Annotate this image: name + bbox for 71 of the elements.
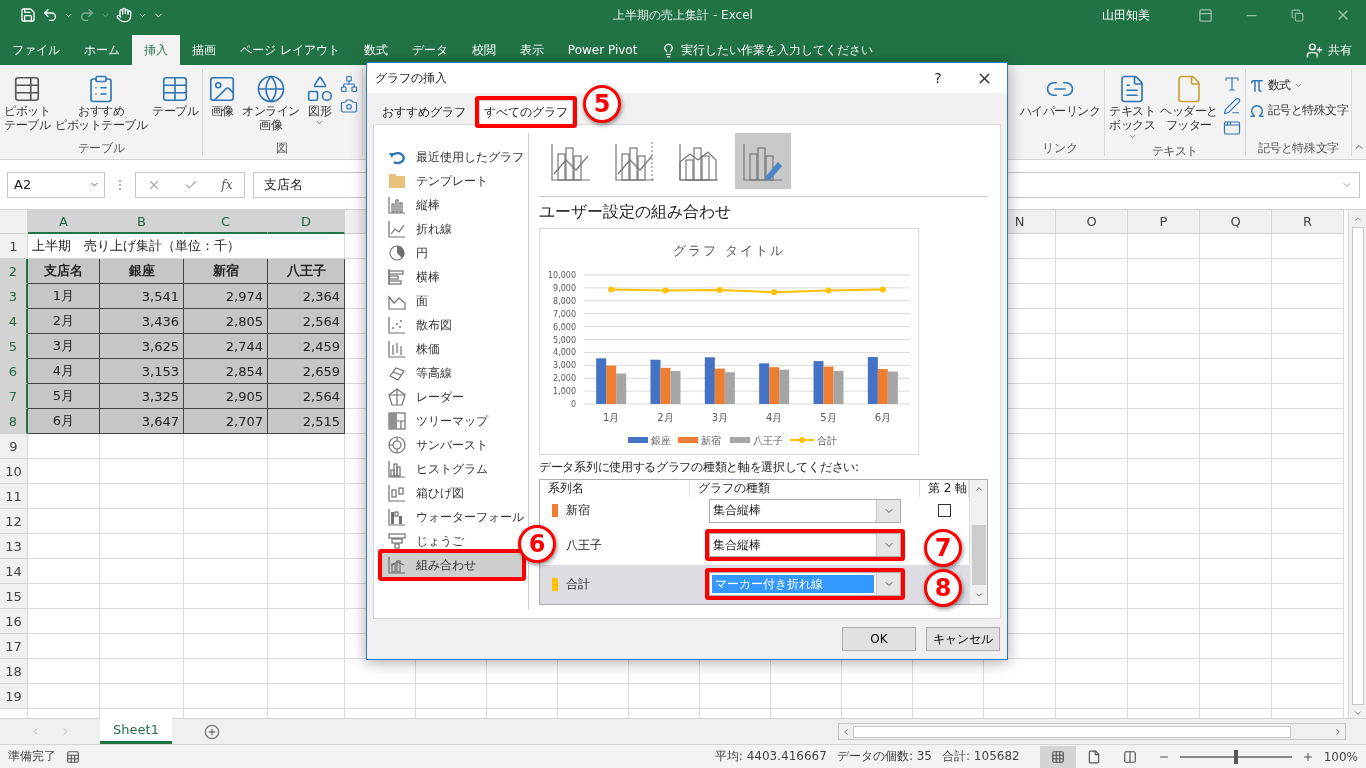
table-cell: 3月	[28, 334, 100, 359]
column-header: 系列名	[540, 480, 690, 497]
axis-tick-label: 8,000	[553, 296, 576, 306]
series-name: 新宿	[566, 502, 590, 520]
table-cell: 5月	[28, 384, 100, 409]
axis-tick-label: 4月	[766, 412, 783, 423]
axis-tick-label: 1月	[603, 412, 620, 423]
table-cell: 3,647	[100, 409, 184, 434]
status-text: データの個数: 35	[836, 748, 932, 765]
table-cell: 2,564	[268, 384, 345, 409]
legend-label: 新宿	[701, 435, 721, 446]
table-cell: 3,625	[100, 334, 184, 359]
header-cell: 支店名	[28, 259, 100, 284]
series-name: 八王子	[566, 536, 602, 554]
table-cell: 3,325	[100, 384, 184, 409]
series-name: 合計	[566, 575, 590, 593]
chart-title: グラフ タイトル	[673, 243, 785, 258]
table-cell: 2,805	[184, 309, 268, 334]
table-cell: 3,541	[100, 284, 184, 309]
header-cell: 銀座	[100, 259, 184, 284]
table-cell: 3,153	[100, 359, 184, 384]
axis-tick-label: 3,000	[553, 361, 576, 371]
user-name: 山田知美	[1102, 6, 1150, 24]
axis-tick-label: 0	[570, 400, 576, 409]
section-heading: ユーザー設定の組み合わせ	[539, 201, 732, 223]
header-cell: 八王子	[268, 259, 345, 284]
table-cell: 2,854	[184, 359, 268, 384]
table-cell: 2月	[28, 309, 100, 334]
table-cell: 1月	[28, 284, 100, 309]
window-title: 上半期の売上集計 - Excel	[613, 6, 753, 24]
legend-label: 合計	[817, 435, 837, 446]
group-label: リンク	[1042, 140, 1078, 156]
axis-tick-label: 4,000	[553, 348, 576, 358]
axis-tick-label: 6,000	[553, 322, 576, 332]
group-label: 記号と特殊文字	[1257, 140, 1339, 156]
axis-tick-label: 2月	[657, 412, 674, 423]
axis-tick-label: 7,000	[553, 309, 576, 319]
group-label: 図	[276, 140, 289, 156]
group-label: テーブル	[77, 140, 125, 156]
dialog-title: グラフの挿入	[375, 69, 448, 87]
column-header: グラフの種類	[690, 480, 920, 497]
table-cell: 2,707	[184, 409, 268, 434]
axis-tick-label: 5月	[820, 412, 837, 423]
status-text: 準備完了	[8, 748, 56, 765]
axis-tick-label: 5,000	[553, 335, 576, 345]
axis-tick-label: 1,000	[553, 387, 576, 397]
table-cell: 2,459	[268, 334, 345, 359]
table-cell: 4月	[28, 359, 100, 384]
zoom-level: 100%	[1323, 749, 1358, 764]
axis-tick-label: 2,000	[553, 374, 576, 384]
table-cell: 2,364	[268, 284, 345, 309]
table-cell: 6月	[28, 409, 100, 434]
header-cell: 新宿	[184, 259, 268, 284]
table-cell: 3,436	[100, 309, 184, 334]
status-text: 平均: 4403.416667	[714, 748, 827, 765]
group-label: テキスト	[1151, 143, 1198, 159]
axis-tick-label: 10,000	[548, 271, 576, 280]
legend-label: 八王子	[753, 435, 783, 446]
status-text: 合計: 105682	[942, 748, 1020, 765]
axis-tick-label: 9,000	[553, 283, 576, 293]
table-cell: 2,515	[268, 409, 345, 434]
instruction-text: データ系列に使用するグラフの種類と軸を選択してください:	[539, 459, 860, 476]
table-cell: 2,974	[184, 284, 268, 309]
table-cell: 2,905	[184, 384, 268, 409]
table-cell: 2,564	[268, 309, 345, 334]
table-cell: 2,659	[268, 359, 345, 384]
callout-number: 5	[583, 85, 621, 123]
table-cell: 2,744	[184, 334, 268, 359]
axis-tick-label: 3月	[711, 412, 728, 423]
legend-label: 銀座	[651, 435, 671, 446]
axis-tick-label: 6月	[874, 412, 891, 423]
